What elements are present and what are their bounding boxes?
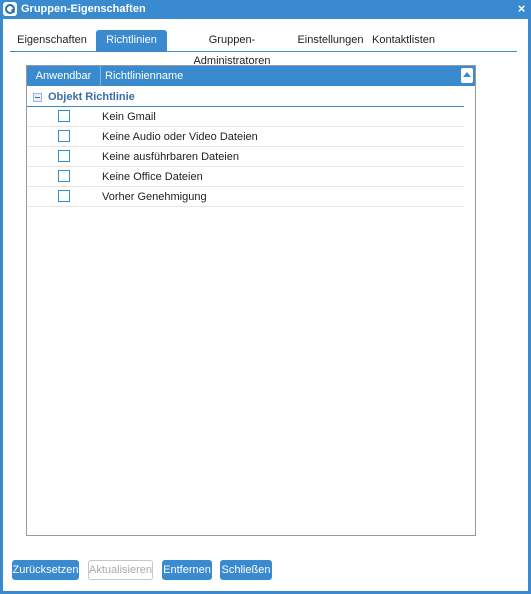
column-header-applicable[interactable]: Anwendbar (27, 66, 101, 86)
collapse-icon[interactable] (33, 93, 42, 102)
policy-checkbox[interactable] (58, 110, 70, 122)
tab-kontaktlisten[interactable]: Kontaktlisten (372, 30, 435, 51)
table-row: Keine Office Dateien (27, 167, 464, 187)
reset-button[interactable]: Zurücksetzen (12, 560, 79, 580)
app-logo-icon (3, 2, 17, 16)
close-icon[interactable]: × (515, 2, 528, 16)
tab-einstellungen[interactable]: Einstellungen (297, 30, 364, 51)
table-row: Keine ausführbaren Dateien (27, 147, 464, 167)
policy-checkbox[interactable] (58, 130, 70, 142)
tab-richtlinien[interactable]: Richtlinien (96, 30, 167, 51)
policy-checkbox[interactable] (58, 190, 70, 202)
group-row[interactable]: Objekt Richtlinie (27, 88, 464, 107)
policy-grid: Anwendbar Richtlinienname Objekt Richtli… (26, 65, 476, 536)
table-row: Kein Gmail (27, 107, 464, 127)
tab-gruppen-administratoren[interactable]: Gruppen-Administratoren (173, 30, 291, 67)
window-title: Gruppen-Eigenschaften (21, 3, 146, 15)
policy-name: Keine ausführbaren Dateien (102, 151, 239, 163)
grid-header: Anwendbar Richtlinienname (27, 66, 475, 86)
policy-name: Keine Office Dateien (102, 171, 203, 183)
policy-checkbox[interactable] (58, 150, 70, 162)
policy-name: Keine Audio oder Video Dateien (102, 131, 258, 143)
tab-bar: Eigenschaften Richtlinien Gruppen-Admini… (10, 30, 517, 67)
tab-eigenschaften[interactable]: Eigenschaften (17, 30, 87, 51)
title-bar[interactable]: Gruppen-Eigenschaften × (0, 0, 531, 19)
column-header-policy-name[interactable]: Richtlinienname (105, 66, 183, 86)
update-button[interactable]: Aktualisieren (88, 560, 153, 580)
sort-up-icon[interactable] (461, 68, 473, 83)
policy-name: Vorher Genehmigung (102, 191, 207, 203)
table-row: Keine Audio oder Video Dateien (27, 127, 464, 147)
group-label: Objekt Richtlinie (48, 91, 135, 103)
close-button[interactable]: Schließen (220, 560, 272, 580)
remove-button[interactable]: Entfernen (162, 560, 212, 580)
policy-checkbox[interactable] (58, 170, 70, 182)
policy-name: Kein Gmail (102, 111, 156, 123)
table-row: Vorher Genehmigung (27, 187, 464, 207)
